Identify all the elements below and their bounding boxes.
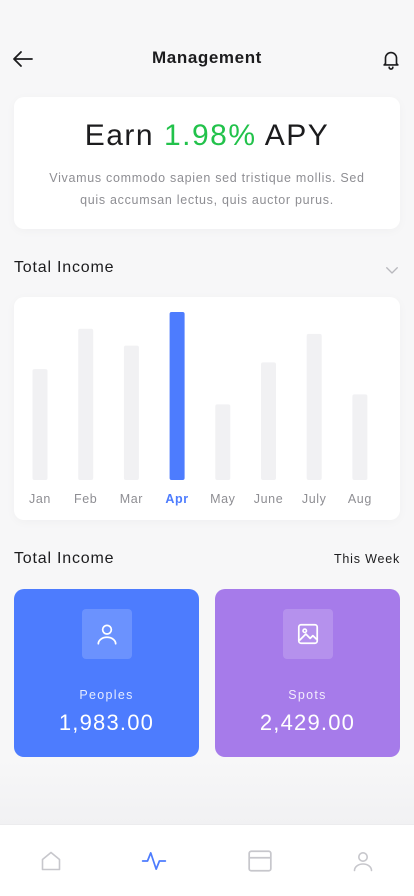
bar-jan[interactable] — [32, 369, 48, 480]
notifications-button[interactable] — [378, 46, 404, 72]
wallet-icon — [248, 850, 272, 872]
stat-card-peoples[interactable]: Peoples 1,983.00 — [14, 589, 199, 757]
bar-may[interactable] — [215, 404, 231, 480]
bar-july[interactable] — [306, 333, 322, 480]
chevron-down-icon — [386, 267, 398, 274]
weekly-section-title: Total Income — [14, 550, 115, 567]
bar-aug[interactable] — [352, 394, 368, 480]
activity-icon — [141, 852, 167, 870]
x-tick-label-aug: Aug — [348, 492, 372, 506]
income-section-title: Total Income — [14, 259, 115, 276]
home-icon — [41, 851, 61, 871]
stat-value: 2,429.00 — [259, 710, 356, 735]
bar-feb[interactable] — [78, 328, 94, 480]
x-tick-label-may: May — [210, 492, 236, 506]
income-bar-chart: Jan Feb Mar Apr May June July Aug — [29, 312, 372, 506]
x-tick-label-apr: Apr — [165, 492, 188, 506]
x-tick-label-june: June — [254, 492, 284, 506]
period-selector[interactable]: This Week — [334, 552, 400, 566]
tab-bar — [0, 824, 414, 896]
bar-june[interactable] — [261, 362, 276, 480]
apy-suffix: APY — [256, 119, 330, 152]
apy-description: Vivamus commodo sapien sed tristique mol… — [49, 171, 365, 207]
image-icon — [297, 623, 319, 645]
apy-heading: Earn 1.98% APY — [14, 119, 400, 153]
x-tick-label-mar: Mar — [120, 492, 143, 506]
bar-mar[interactable] — [123, 345, 139, 480]
page-title: Management — [152, 48, 262, 67]
x-tick-label-jan: Jan — [29, 492, 51, 506]
tab-profile[interactable] — [349, 847, 377, 875]
stat-label: Spots — [288, 688, 327, 702]
bottom-fade — [0, 760, 414, 824]
x-tick-label-feb: Feb — [74, 492, 97, 506]
apy-prefix: Earn — [84, 119, 164, 152]
tab-wallet[interactable] — [246, 847, 274, 875]
user-icon — [97, 624, 117, 645]
tab-activity[interactable] — [140, 847, 168, 875]
profile-icon — [353, 852, 373, 872]
apy-card: Earn 1.98% APY Vivamus commodo sapien se… — [14, 97, 400, 229]
stat-card-spots[interactable]: Spots 2,429.00 — [215, 589, 400, 757]
stat-icon-box — [82, 609, 132, 659]
stat-icon-box — [283, 609, 333, 659]
stat-value: 1,983.00 — [58, 710, 155, 735]
bar-apr[interactable] — [169, 312, 185, 480]
income-dropdown-button[interactable] — [382, 260, 402, 280]
x-tick-label-july: July — [302, 492, 327, 506]
stat-label: Peoples — [79, 688, 134, 702]
bell-icon — [383, 51, 399, 70]
tab-home[interactable] — [37, 847, 65, 875]
income-chart-card: Jan Feb Mar Apr May June July Aug — [14, 297, 400, 520]
apy-rate: 1.98% — [163, 119, 257, 152]
